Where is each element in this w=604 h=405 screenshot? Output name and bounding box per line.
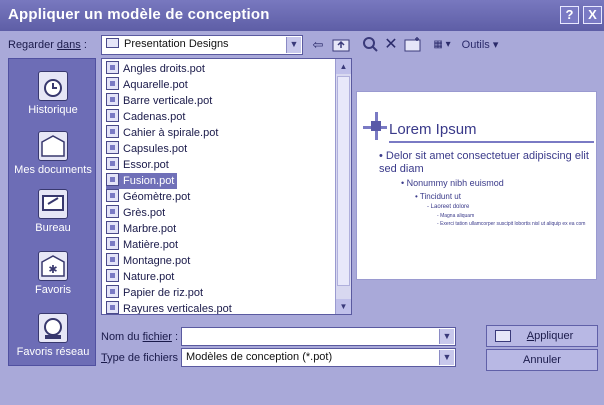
history-icon: [38, 71, 68, 101]
file-item[interactable]: Aquarelle.pot: [106, 77, 188, 93]
filename-input[interactable]: ▼: [181, 327, 456, 346]
template-file-icon: [106, 173, 119, 186]
template-file-icon: [106, 237, 119, 250]
folder-icon: [106, 38, 119, 48]
favorites-icon: ✱: [38, 251, 68, 281]
look-in-dropdown[interactable]: Presentation Designs ▼: [101, 35, 303, 55]
tools-menu[interactable]: Outils ▾: [460, 36, 500, 54]
my-documents-icon: [38, 131, 68, 161]
file-item[interactable]: Capsules.pot: [106, 141, 187, 157]
title-bar: Appliquer un modèle de conception ? X: [0, 0, 604, 31]
file-item[interactable]: Cadenas.pot: [106, 109, 185, 125]
scroll-down-icon[interactable]: ▼: [336, 299, 351, 314]
desktop-icon: [38, 189, 68, 219]
apply-folder-icon: [495, 330, 511, 342]
delete-icon[interactable]: ✕: [383, 36, 399, 54]
up-folder-icon[interactable]: [331, 36, 351, 54]
preview-bullet-5: - Magna aliquam: [437, 213, 475, 219]
template-file-icon: [106, 93, 119, 106]
template-file-icon: [106, 221, 119, 234]
cancel-button[interactable]: Annuler: [486, 349, 598, 371]
file-item[interactable]: Papier de riz.pot: [106, 285, 203, 301]
template-file-icon: [106, 269, 119, 282]
file-item-selected[interactable]: Fusion.pot: [106, 173, 178, 189]
preview-bullet-6: - Exerci tation ullamcorper suscipit lob…: [437, 221, 586, 227]
file-list-scrollbar[interactable]: ▲ ▼: [335, 59, 351, 314]
chevron-down-icon[interactable]: ▼: [286, 37, 301, 53]
template-file-icon: [106, 141, 119, 154]
place-my-documents[interactable]: Mes documents: [9, 131, 97, 176]
file-item[interactable]: Marbre.pot: [106, 221, 176, 237]
file-item[interactable]: Matière.pot: [106, 237, 178, 253]
file-item[interactable]: Cahier à spirale.pot: [106, 125, 218, 141]
template-file-icon: [106, 301, 119, 314]
template-file-icon: [106, 77, 119, 90]
network-favorites-icon: [38, 313, 68, 343]
file-item[interactable]: Grès.pot: [106, 205, 165, 221]
filetype-dropdown[interactable]: Modèles de conception (*.pot) ▼: [181, 348, 456, 367]
preview-bullet-1: • Delor sit amet consectetuer adipiscing…: [379, 150, 589, 175]
preview-bullet-2: • Nonummy nibh euismod: [401, 178, 504, 188]
filetype-label: Type de fichiers :: [101, 352, 185, 364]
template-file-icon: [106, 253, 119, 266]
filename-label: Nom du fichier :: [101, 331, 179, 343]
preview-title: Lorem Ipsum: [389, 121, 477, 138]
template-file-icon: [106, 125, 119, 138]
svg-text:✱: ✱: [48, 264, 57, 276]
new-folder-icon[interactable]: [403, 36, 423, 54]
template-preview: Lorem Ipsum • Delor sit amet consectetue…: [356, 91, 597, 280]
place-desktop[interactable]: Bureau: [9, 189, 97, 234]
template-file-icon: [106, 109, 119, 122]
place-favorites[interactable]: ✱ Favoris: [9, 251, 97, 296]
file-item[interactable]: Angles droits.pot: [106, 61, 205, 77]
scroll-up-icon[interactable]: ▲: [336, 59, 351, 74]
help-button[interactable]: ?: [560, 6, 579, 24]
template-file-icon: [106, 205, 119, 218]
file-item[interactable]: Montagne.pot: [106, 253, 190, 269]
views-icon[interactable]: ▦ ▾: [428, 36, 456, 54]
template-file-icon: [106, 61, 119, 74]
template-file-icon: [106, 189, 119, 202]
look-in-value: Presentation Designs: [106, 38, 229, 50]
dialog-window: Appliquer un modèle de conception ? X Re…: [0, 0, 604, 405]
file-item[interactable]: Rayures verticales.pot: [106, 301, 232, 314]
scrollbar-thumb[interactable]: [337, 76, 350, 286]
file-item[interactable]: Nature.pot: [106, 269, 174, 285]
close-button[interactable]: X: [583, 6, 602, 24]
dialog-title: Appliquer un modèle de conception: [8, 6, 270, 23]
chevron-down-icon[interactable]: ▼: [439, 350, 454, 365]
file-item[interactable]: Essor.pot: [106, 157, 169, 173]
apply-button[interactable]: Appliquer: [486, 325, 598, 347]
place-history[interactable]: Historique: [9, 71, 97, 116]
places-bar: Historique Mes documents Bureau ✱ Favori…: [8, 58, 96, 366]
template-file-icon: [106, 157, 119, 170]
file-item[interactable]: Barre verticale.pot: [106, 93, 212, 109]
file-list[interactable]: Angles droits.pot Aquarelle.pot Barre ve…: [101, 58, 352, 315]
place-network-favorites[interactable]: Favoris réseau: [9, 313, 97, 358]
look-in-label: Regarder dans :: [8, 39, 87, 51]
file-item[interactable]: Géomètre.pot: [106, 189, 190, 205]
chevron-down-icon[interactable]: ▼: [439, 329, 454, 344]
back-icon[interactable]: ⇦: [309, 36, 327, 54]
preview-bullet-4: - Laoreet dolore: [427, 204, 470, 210]
search-web-icon[interactable]: [361, 36, 379, 54]
preview-bullet-3: • Tincidunt ut: [415, 192, 461, 201]
template-file-icon: [106, 285, 119, 298]
preview-title-rule: [389, 141, 594, 143]
